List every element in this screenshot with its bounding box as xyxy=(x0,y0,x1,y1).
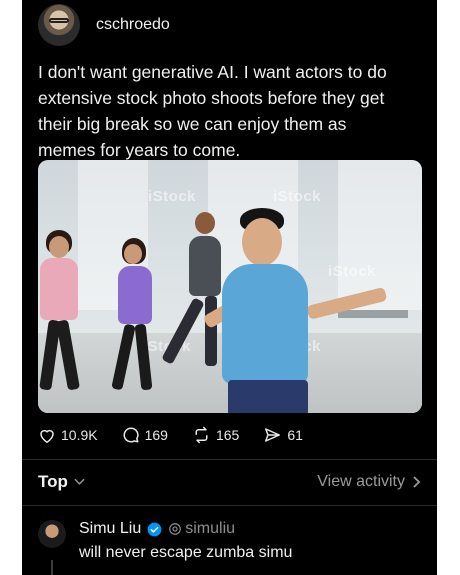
chevron-right-icon xyxy=(413,476,421,488)
share-count: 61 xyxy=(287,427,303,443)
heart-icon xyxy=(40,429,54,443)
share-button[interactable]: 61 xyxy=(263,426,303,444)
divider xyxy=(22,459,437,460)
sort-dropdown[interactable]: Top xyxy=(38,472,85,492)
comment-button[interactable]: 169 xyxy=(122,426,168,444)
reply-handle-text: simuliu xyxy=(185,520,236,537)
thread-line xyxy=(51,560,53,575)
post-photo[interactable]: iStock iStock iStock iStock iStock xyxy=(38,160,422,413)
reply-text: will never escape zumba simu xyxy=(79,544,293,561)
bench xyxy=(338,310,408,318)
threads-screen: cschroedo I don't want generative AI. I … xyxy=(22,0,437,575)
comment-count: 169 xyxy=(144,427,168,443)
verified-badge-icon xyxy=(147,522,162,536)
view-activity-link[interactable]: View activity xyxy=(317,473,421,491)
replies-header: Top View activity xyxy=(38,472,421,492)
reply-avatar[interactable] xyxy=(38,520,66,548)
author-avatar[interactable] xyxy=(38,4,80,46)
sort-label: Top xyxy=(38,472,68,491)
watermark: iStock xyxy=(273,188,322,205)
chevron-down-icon xyxy=(74,478,85,485)
divider xyxy=(22,505,437,506)
threads-logo-icon xyxy=(169,523,182,535)
watermark: iStock xyxy=(148,188,197,205)
reply-handle[interactable]: simuliu xyxy=(168,520,235,538)
send-icon xyxy=(265,428,281,442)
view-activity-label: View activity xyxy=(317,473,405,490)
reply-author-name[interactable]: Simu Liu xyxy=(79,520,141,538)
post-header: cschroedo xyxy=(38,4,170,46)
post-actions: 10.9K 169 165 61 xyxy=(38,426,327,444)
like-count: 10.9K xyxy=(61,427,98,443)
reply-item: Simu Liu simuliu will never escape zumba… xyxy=(38,520,292,562)
post-text: I don't want generative AI. I want actor… xyxy=(38,62,387,160)
repost-button[interactable]: 165 xyxy=(192,426,239,444)
watermark: iStock xyxy=(328,263,377,280)
author-username[interactable]: cschroedo xyxy=(96,16,170,34)
like-button[interactable]: 10.9K xyxy=(38,427,98,444)
repost-count: 165 xyxy=(215,427,240,443)
comment-icon xyxy=(123,427,139,443)
repost-icon xyxy=(195,426,208,444)
